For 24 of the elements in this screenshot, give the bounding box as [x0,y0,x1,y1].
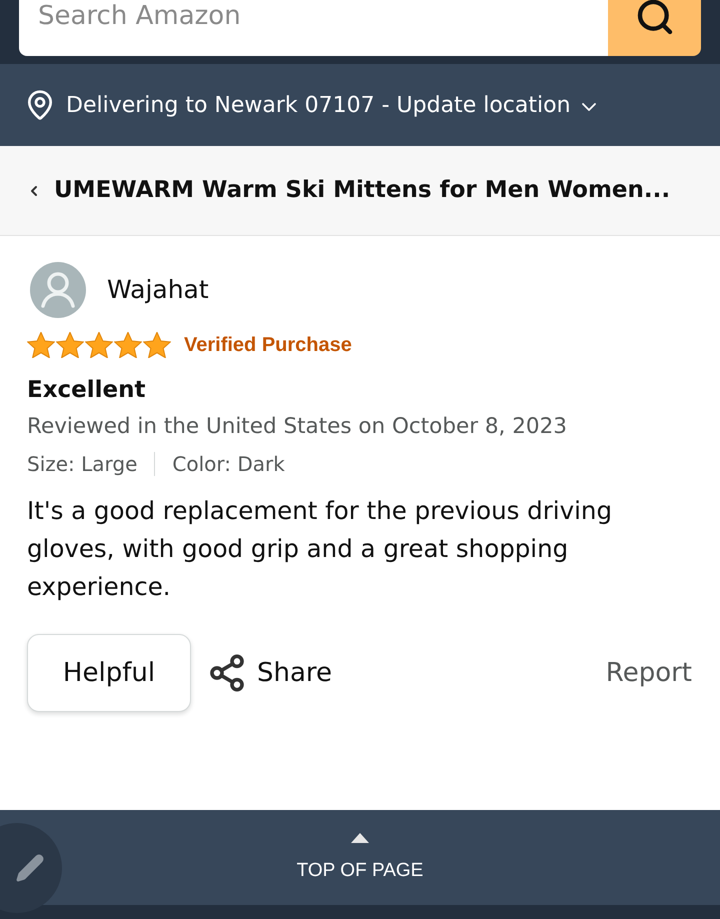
review-title: Excellent [27,376,146,405]
star-icon [143,332,171,358]
search-field[interactable]: Search Amazon [19,0,608,56]
search-button[interactable] [608,0,701,56]
pencil-icon [15,853,45,883]
review-body: It's a good replacement for the previous driving gloves, with good grip and a great shopping experience. [27,495,613,603]
delivery-location-link[interactable]: Delivering to Newark 07107 - Update location [66,88,601,122]
star-icon [114,332,142,358]
reviewer-name: Wajahat [107,274,209,306]
report-link[interactable]: Report [606,654,692,692]
caret-up-icon [351,832,369,842]
avatar-icon [30,262,86,318]
verified-purchase-label: Verified Purchase [184,333,352,358]
variant-label: Size: Large [27,451,138,478]
share-button[interactable]: Share [207,653,332,693]
star-icon [27,332,55,358]
share-icon [207,653,247,693]
back-to-top-bar[interactable]: TOP OF PAGE [0,810,720,905]
star-icon [56,332,84,358]
star-icon [85,332,113,358]
product-title[interactable]: UMEWARM Warm Ski Mittens for Men Women... [54,173,670,208]
review-date: Reviewed in the United States on October 8, 2023 [27,413,567,441]
variant-label: Color: Dark [172,451,285,478]
helpful-button[interactable]: Helpful [27,634,191,712]
